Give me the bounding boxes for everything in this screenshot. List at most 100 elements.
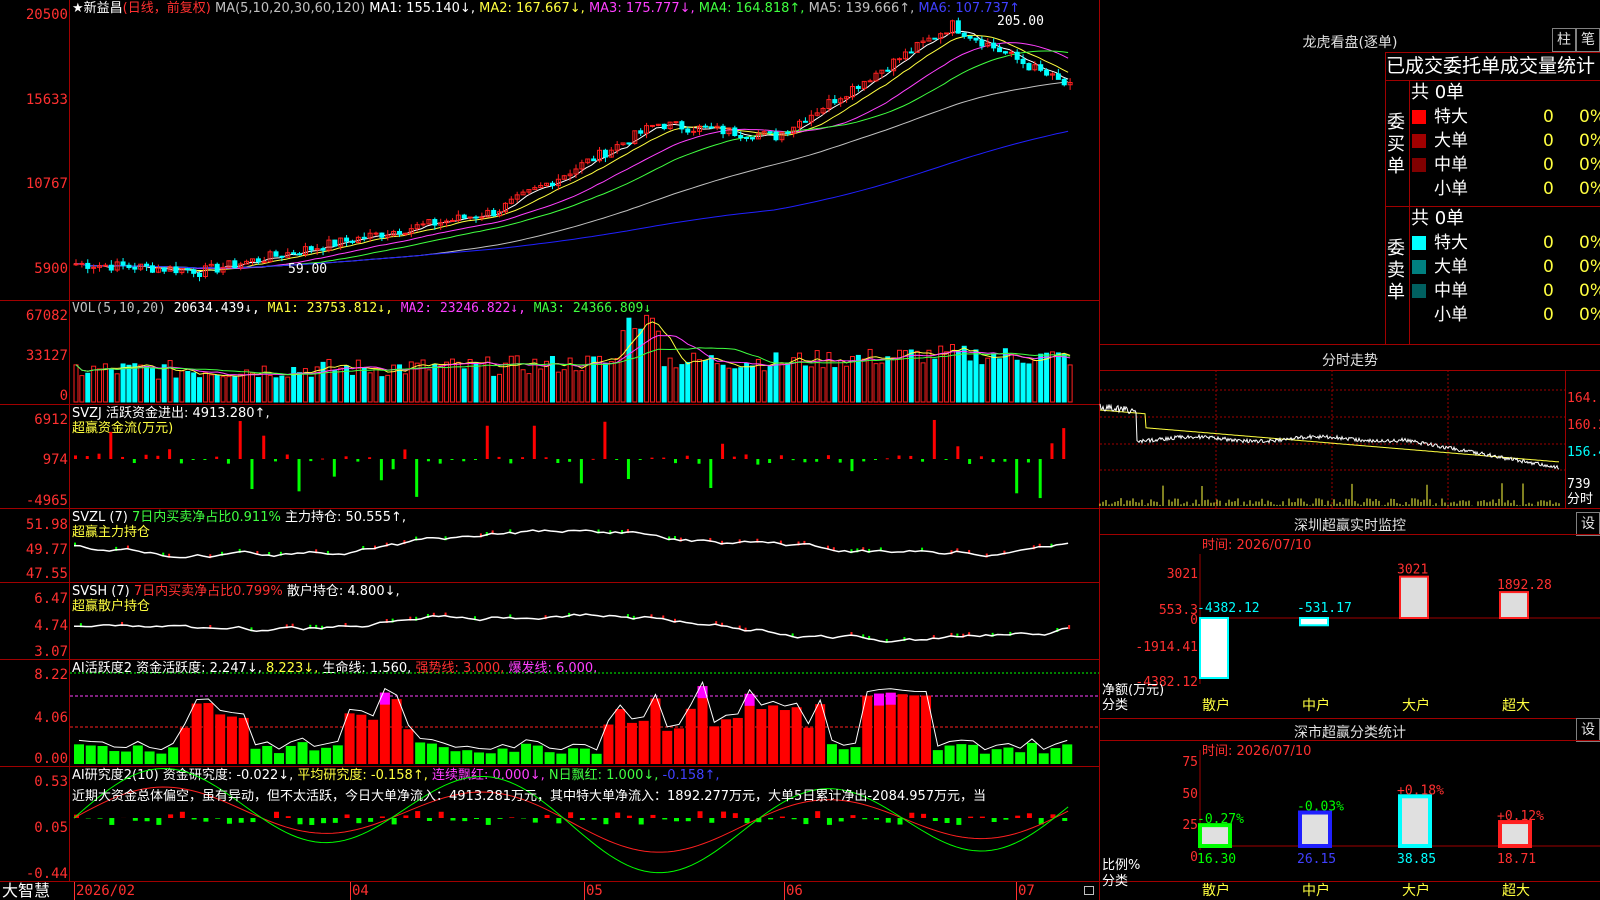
date-tick-2: 05 [586,883,603,899]
activity-bar [156,753,167,764]
vol-bar [1055,352,1061,403]
flow-bar [850,459,854,472]
candle [673,121,679,124]
fl-pct: +0.18% [1397,783,1444,798]
lhb-title: 龙虎看盘(逐单) [1302,35,1398,51]
order-count: 0 [1543,179,1554,199]
volume-chart[interactable] [70,300,1099,404]
order-pct: 0% [1579,281,1600,301]
candle [967,35,973,39]
flow-bar [262,435,266,459]
vol-bar [326,358,332,403]
candle [767,131,773,134]
activity-bar [615,709,626,764]
research-bar [862,818,868,820]
candle [473,216,479,219]
order-pct: 0% [1579,131,1600,151]
research-bar [744,818,750,824]
activity-bar [344,713,355,764]
vol-bar [532,358,538,403]
order-type: 大单 [1434,131,1468,151]
flow-bar [97,453,101,459]
research-bar [403,815,409,818]
order-type: 特大 [1434,107,1468,127]
flow-bar [979,456,983,459]
research-bar [203,818,209,822]
research-bar [1003,818,1009,820]
vol-bar [485,356,491,403]
fs-axis-0: 164. [1567,391,1599,406]
vol-bar [914,350,920,403]
candle [449,219,455,222]
research-bar [603,818,609,825]
bar-mode-button[interactable]: 柱 [1552,28,1576,52]
vol-bar [349,374,355,403]
sz-settings-button[interactable]: 设 [1576,512,1600,536]
activity-bar [274,753,284,764]
vol-bar [355,359,361,403]
vol-bar [85,372,91,403]
activity-bar [191,703,202,764]
activity-bar [979,753,990,764]
flow-bar [226,459,230,464]
research-bar [768,818,774,820]
candle [738,135,744,139]
candle [897,58,903,61]
vol-bar [126,364,132,403]
vol-bar [714,363,720,403]
lock-icon[interactable] [1084,886,1094,895]
candlestick-chart[interactable] [70,0,1099,300]
vol-bar [173,377,179,403]
candle [1044,69,1050,76]
candle [661,123,667,130]
main-force-chart[interactable] [70,508,1099,582]
activity-bar [932,750,943,764]
research-bar [697,811,703,818]
vol-bar [949,344,955,403]
vol-bar [1032,360,1038,403]
fl-distribution-chart[interactable]: -0.27% 16.30 -0.03% 26.15 +0.18% 38.85 +0.12% 1… [1100,740,1600,900]
candle [708,126,714,129]
fl-cat-1: 中户 [1302,883,1330,899]
sell-total: 共 0单 [1411,208,1465,229]
activity-bar [709,726,720,764]
activity-bar [97,746,108,764]
lhb-bottom-line [1100,344,1600,345]
flow-bar [521,457,525,459]
activity-chart[interactable] [70,659,1099,766]
research-bar [179,811,185,818]
candle [997,47,1003,53]
fl-settings-button[interactable]: 设 [1576,718,1600,742]
fl-cat-2: 大户 [1402,883,1430,899]
intraday-chart[interactable] [1099,370,1565,508]
vol-bar [726,367,732,403]
fl-ylabel: 比例% [1102,858,1141,873]
flow-bar [1026,459,1030,463]
vol-bar [661,366,667,403]
fl-cat-0: 散户 [1202,883,1230,899]
sz-monitor-chart[interactable]: -4382.12 -531.17 3021 1892.28 [1100,534,1600,724]
research-bar [685,818,691,822]
candle [397,231,403,235]
vol-bar [114,373,120,403]
research-bar [874,818,879,820]
research-bar [462,818,468,822]
vol-bar [608,361,614,403]
flow-bar [250,459,254,490]
activity-bar [1062,744,1073,764]
flow-bar [991,459,995,463]
flow-bar [874,459,877,460]
capital-flow-chart[interactable] [70,404,1099,508]
research-bar [144,818,150,822]
candle [161,267,167,272]
flow-bar [732,456,736,459]
vol-bar [132,363,138,403]
vol-bar [385,374,391,403]
activity-bar [297,742,308,764]
vol-bar [444,361,450,403]
vol-bar [432,363,438,403]
retail-chart[interactable] [70,582,1099,659]
research-bar [391,818,397,825]
tick-mode-button[interactable]: 笔 [1576,28,1600,52]
research-chart[interactable] [70,766,1099,881]
